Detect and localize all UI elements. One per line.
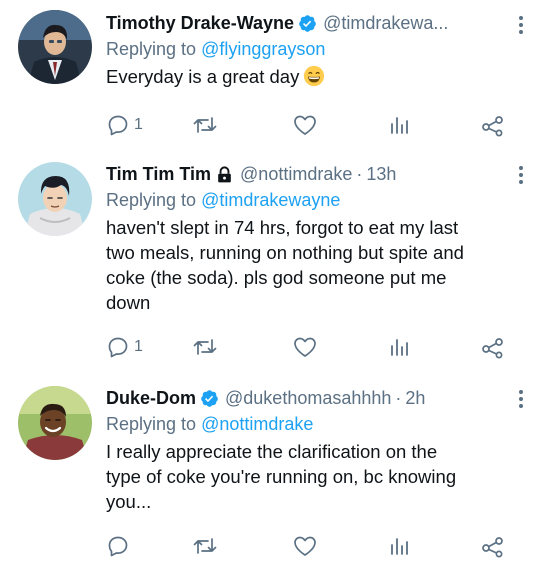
reply-button[interactable]: 1 [106,112,143,138]
share-icon [482,338,503,359]
share-button[interactable] [480,334,506,360]
display-name[interactable]: Duke-Dom [106,385,196,411]
tweet-text: I really appreciate the clarification on… [106,439,526,514]
separator-dot: · [356,164,363,184]
tweet-actions: 1 [106,112,516,138]
retweet-icon [193,117,217,133]
grinning-face-emoji-icon [304,65,325,87]
user-handle[interactable]: @dukethomasahhhh [225,385,391,411]
retweet-button[interactable] [192,334,218,360]
reply-count: 1 [134,338,143,355]
reply-icon [108,337,128,358]
tweet-text-line: you... [106,491,152,512]
suited-man-avatar-icon [18,10,92,84]
analytics-icon [391,538,408,555]
replying-to-label: Replying to [106,39,197,59]
share-button[interactable] [480,112,506,138]
user-handle[interactable]: @nottimdrake [240,161,352,187]
analytics-button[interactable] [388,334,410,360]
tweet-timestamp[interactable]: 2h [405,385,425,411]
smiling-man-avatar-icon [18,386,92,460]
analytics-button[interactable] [388,533,410,559]
retweet-icon [193,339,217,355]
replying-to-label: Replying to [106,414,197,434]
tweet-header: Tim Tim Tim @nottimdrake · 13h [106,161,526,187]
analytics-icon [391,117,408,134]
like-icon [294,536,316,556]
tweet-text-line: type of coke you're running on, bc knowi… [106,466,457,487]
avatar[interactable] [18,386,92,460]
tweet-header: Duke-Dom @dukethomasahhhh · 2h [106,385,526,411]
replying-to-label: Replying to [106,190,197,210]
tweet-text-line: haven't slept in 74 hrs, forgot to eat m… [106,217,459,238]
more-icon[interactable] [512,388,530,410]
reply-mention-link[interactable]: @timdrakewayne [201,190,340,210]
tweet-text-line: I really appreciate the clarification on… [106,441,438,462]
hoodie-boy-avatar-icon [18,162,92,236]
replying-to: Replying to @nottimdrake [106,411,526,437]
reply-button[interactable] [106,533,134,559]
retweet-button[interactable] [192,533,218,559]
reply-button[interactable]: 1 [106,334,143,360]
like-button[interactable] [292,112,318,138]
reply-mention-link[interactable]: @nottimdrake [201,414,313,434]
display-name[interactable]: Tim Tim Tim [106,161,211,187]
tweet-timestamp[interactable]: 13h [366,161,396,187]
tweet-text-line: coke (the soda). pls god someone put me [106,267,447,288]
verified-badge-icon [201,389,218,407]
tweet-text-line: down [106,292,151,313]
tweet-text-content: Everyday is a great day [106,66,300,87]
replying-to: Replying to @timdrakewayne [106,187,526,213]
reply-icon [108,536,128,557]
avatar[interactable] [18,10,92,84]
reply-icon [108,115,128,136]
avatar[interactable] [18,162,92,236]
tweet-text: Everyday is a great day [106,64,526,89]
user-handle[interactable]: @timdrakewa... [323,10,448,36]
share-button[interactable] [480,533,506,559]
reply-mention-link[interactable]: @flyinggrayson [201,39,325,59]
tweet-actions: 1 [106,334,516,360]
tweet-text-line: two meals, running on nothing but spite … [106,242,464,263]
display-name[interactable]: Timothy Drake-Wayne [106,10,294,36]
tweet-actions [106,533,516,559]
share-icon [482,537,503,558]
like-icon [294,115,316,135]
separator-dot: · [395,388,402,408]
like-icon [294,337,316,357]
tweet-text: haven't slept in 74 hrs, forgot to eat m… [106,215,526,315]
analytics-icon [391,339,408,356]
like-button[interactable] [292,334,318,360]
more-icon[interactable] [512,14,530,36]
replying-to: Replying to @flyinggrayson [106,36,526,62]
tweet-header: Timothy Drake-Wayne @timdrakewa... [106,10,526,36]
lock-icon [218,165,231,182]
retweet-button[interactable] [192,112,218,138]
like-button[interactable] [292,533,318,559]
reply-count: 1 [134,116,143,133]
retweet-icon [193,538,217,554]
more-icon[interactable] [512,164,530,186]
share-icon [482,116,503,137]
verified-badge-icon [299,14,316,32]
analytics-button[interactable] [388,112,410,138]
